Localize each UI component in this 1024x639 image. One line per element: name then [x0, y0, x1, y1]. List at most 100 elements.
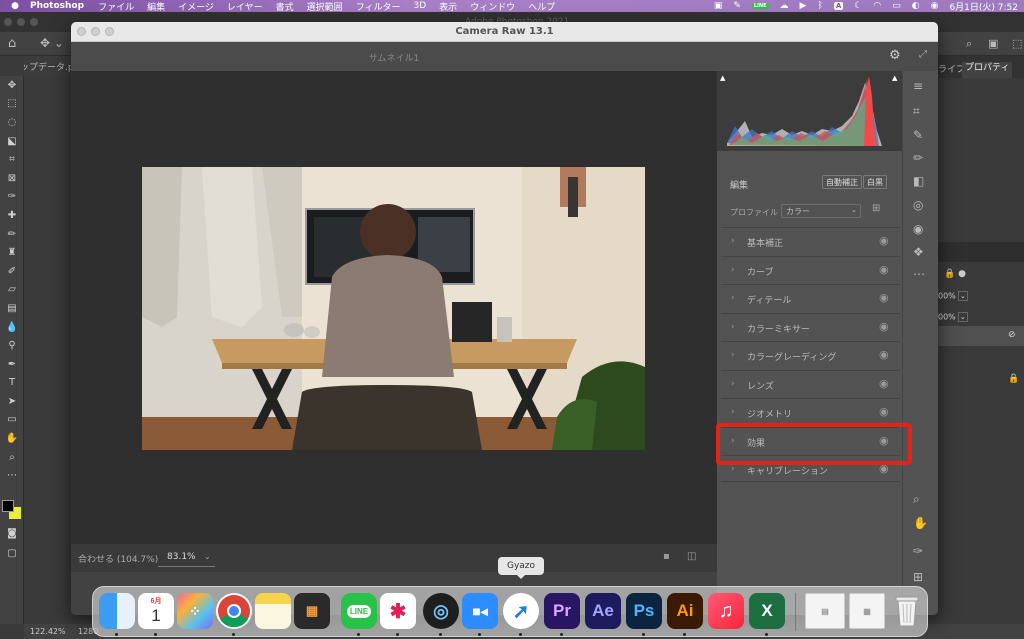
apple-icon[interactable]: ●: [0, 1, 30, 11]
white-balance-icon[interactable]: ✑: [913, 544, 923, 558]
healing-brush-icon[interactable]: ✎: [913, 128, 923, 142]
crop-icon[interactable]: ⌗: [913, 104, 920, 119]
zoom-icon[interactable]: ⌕: [913, 492, 920, 507]
history-brush-icon[interactable]: ✐: [0, 262, 24, 281]
line-icon[interactable]: LINE: [341, 593, 377, 629]
menu-view[interactable]: 表示: [439, 0, 457, 13]
menu-layer[interactable]: レイヤー: [227, 0, 263, 13]
control-center-icon[interactable]: ◐: [912, 1, 920, 11]
gradient-icon[interactable]: ▤: [0, 299, 24, 318]
dodge-icon[interactable]: ⚲: [0, 336, 24, 355]
eye-icon[interactable]: ◉: [879, 291, 889, 304]
pen-tool-icon[interactable]: ✒: [0, 355, 24, 374]
fit-zoom-label[interactable]: 合わせる (104.7%): [78, 552, 158, 565]
minimize-dot[interactable]: [17, 18, 25, 26]
screen-mode-icon[interactable]: ▢: [0, 544, 24, 563]
tab-properties[interactable]: プロパティ: [962, 62, 1013, 78]
gradient-filter-icon[interactable]: ◧: [913, 174, 924, 188]
radial-filter-icon[interactable]: ◎: [913, 198, 923, 212]
red-eye-icon[interactable]: ◉: [913, 222, 923, 236]
premiere-icon[interactable]: Pr: [544, 593, 580, 629]
siri-icon[interactable]: ◉: [931, 1, 939, 11]
wifi-icon[interactable]: ◠: [873, 1, 881, 11]
search-icon[interactable]: ⌕: [966, 37, 972, 51]
eraser-icon[interactable]: ▱: [0, 281, 24, 300]
section-basic[interactable]: › 基本補正 ◉: [721, 227, 899, 254]
marquee-icon[interactable]: ⬚: [0, 95, 24, 114]
section-curve[interactable]: › カーブ ◉: [721, 255, 899, 283]
filmstrip-icon[interactable]: ▪: [663, 551, 670, 562]
chevron-down-icon[interactable]: ⌄: [957, 312, 968, 322]
menu-type[interactable]: 書式: [276, 0, 294, 13]
move-icon[interactable]: ✥: [0, 76, 24, 95]
eye-icon[interactable]: ◉: [879, 348, 889, 361]
before-after-icon[interactable]: ◫: [687, 551, 696, 562]
frame-icon[interactable]: ⊠: [0, 169, 24, 188]
menu-window[interactable]: ウィンドウ: [470, 0, 515, 13]
zoom-icon[interactable]: ■◂: [462, 593, 498, 629]
stamp-icon[interactable]: ♜: [0, 243, 24, 262]
music-icon[interactable]: ♫: [708, 593, 744, 629]
quicktime-icon[interactable]: ◎: [423, 593, 459, 629]
color-swatches[interactable]: [2, 500, 22, 520]
menu-image[interactable]: イメージ: [178, 0, 214, 13]
photoshop-icon[interactable]: Ps: [626, 593, 662, 629]
video-icon[interactable]: ▣: [714, 1, 723, 11]
eyedropper-icon[interactable]: ✑: [0, 188, 24, 207]
launchpad-icon[interactable]: ⁘: [177, 593, 213, 629]
eye-icon[interactable]: ◉: [879, 234, 889, 247]
auto-button[interactable]: 自動補正: [822, 175, 862, 189]
finder-icon[interactable]: [99, 593, 135, 629]
bw-button[interactable]: 白黒: [863, 175, 887, 189]
type-icon[interactable]: T: [0, 374, 24, 393]
trash-icon[interactable]: [889, 593, 925, 629]
section-color-mixer[interactable]: › カラーミキサー ◉: [721, 312, 899, 340]
menu-select[interactable]: 選択範囲: [307, 0, 343, 13]
menu-filter[interactable]: フィルター: [356, 0, 401, 13]
play-icon[interactable]: ▶: [800, 1, 807, 11]
opacity-field[interactable]: 00% ⌄: [938, 291, 968, 301]
excel-icon[interactable]: X: [749, 593, 785, 629]
moon-icon[interactable]: ☾: [854, 1, 862, 11]
calculator-icon[interactable]: ▦: [294, 593, 330, 629]
link-icon[interactable]: ⊘: [1008, 330, 1016, 340]
mask-brush-icon[interactable]: ✏: [913, 151, 923, 165]
gyazo-icon[interactable]: ➚: [503, 593, 539, 629]
pen-icon[interactable]: ✎: [733, 1, 741, 11]
eye-icon[interactable]: ◉: [879, 263, 889, 276]
after-effects-icon[interactable]: Ae: [585, 593, 621, 629]
calendar-icon[interactable]: 6月 1: [138, 593, 174, 629]
home-icon[interactable]: ⌂: [8, 36, 16, 51]
tab-libraries[interactable]: ライブ: [938, 62, 965, 75]
cloud-icon[interactable]: ☁: [780, 1, 789, 11]
app-menu[interactable]: Photoshop: [30, 1, 84, 11]
battery-icon[interactable]: ▭: [892, 1, 901, 11]
grid-icon[interactable]: ⊞: [913, 570, 923, 584]
slack-icon[interactable]: ✱: [380, 593, 416, 629]
zoom-dot[interactable]: [30, 18, 38, 26]
sliders-icon[interactable]: ≡: [913, 79, 923, 93]
line-status-icon[interactable]: LINE: [751, 3, 769, 9]
illustrator-icon[interactable]: Ai: [667, 593, 703, 629]
healing-icon[interactable]: ✚: [0, 206, 24, 225]
zoom-select[interactable]: 83.1% ⌄: [158, 548, 215, 567]
rectangle-icon[interactable]: ▭: [0, 411, 24, 430]
more-tools-icon[interactable]: ⋯: [0, 466, 24, 485]
recent-window-thumbnail[interactable]: ▤: [805, 593, 845, 629]
image-preview-area[interactable]: [71, 71, 717, 544]
menu-help[interactable]: ヘルプ: [528, 0, 555, 13]
notes-icon[interactable]: [255, 593, 291, 629]
foreground-color-swatch[interactable]: [2, 500, 14, 512]
presets-icon[interactable]: ❖: [913, 245, 924, 259]
section-color-grading[interactable]: › カラーグレーディング ◉: [721, 341, 899, 368]
menu-3d[interactable]: 3D: [414, 1, 427, 11]
hand-icon[interactable]: ✋: [913, 516, 928, 530]
blur-icon[interactable]: 💧: [0, 318, 24, 337]
clock[interactable]: 6月1日(火) 7:52: [949, 0, 1018, 13]
section-geometry[interactable]: › ジオメトリ ◉: [721, 398, 899, 425]
menu-file[interactable]: ファイル: [98, 0, 134, 13]
share-icon[interactable]: ⬚: [1012, 37, 1022, 50]
more-icon[interactable]: ⋯: [913, 267, 925, 281]
bluetooth-icon[interactable]: ᛒ: [817, 1, 822, 11]
section-detail[interactable]: › ディテール ◉: [721, 284, 899, 311]
